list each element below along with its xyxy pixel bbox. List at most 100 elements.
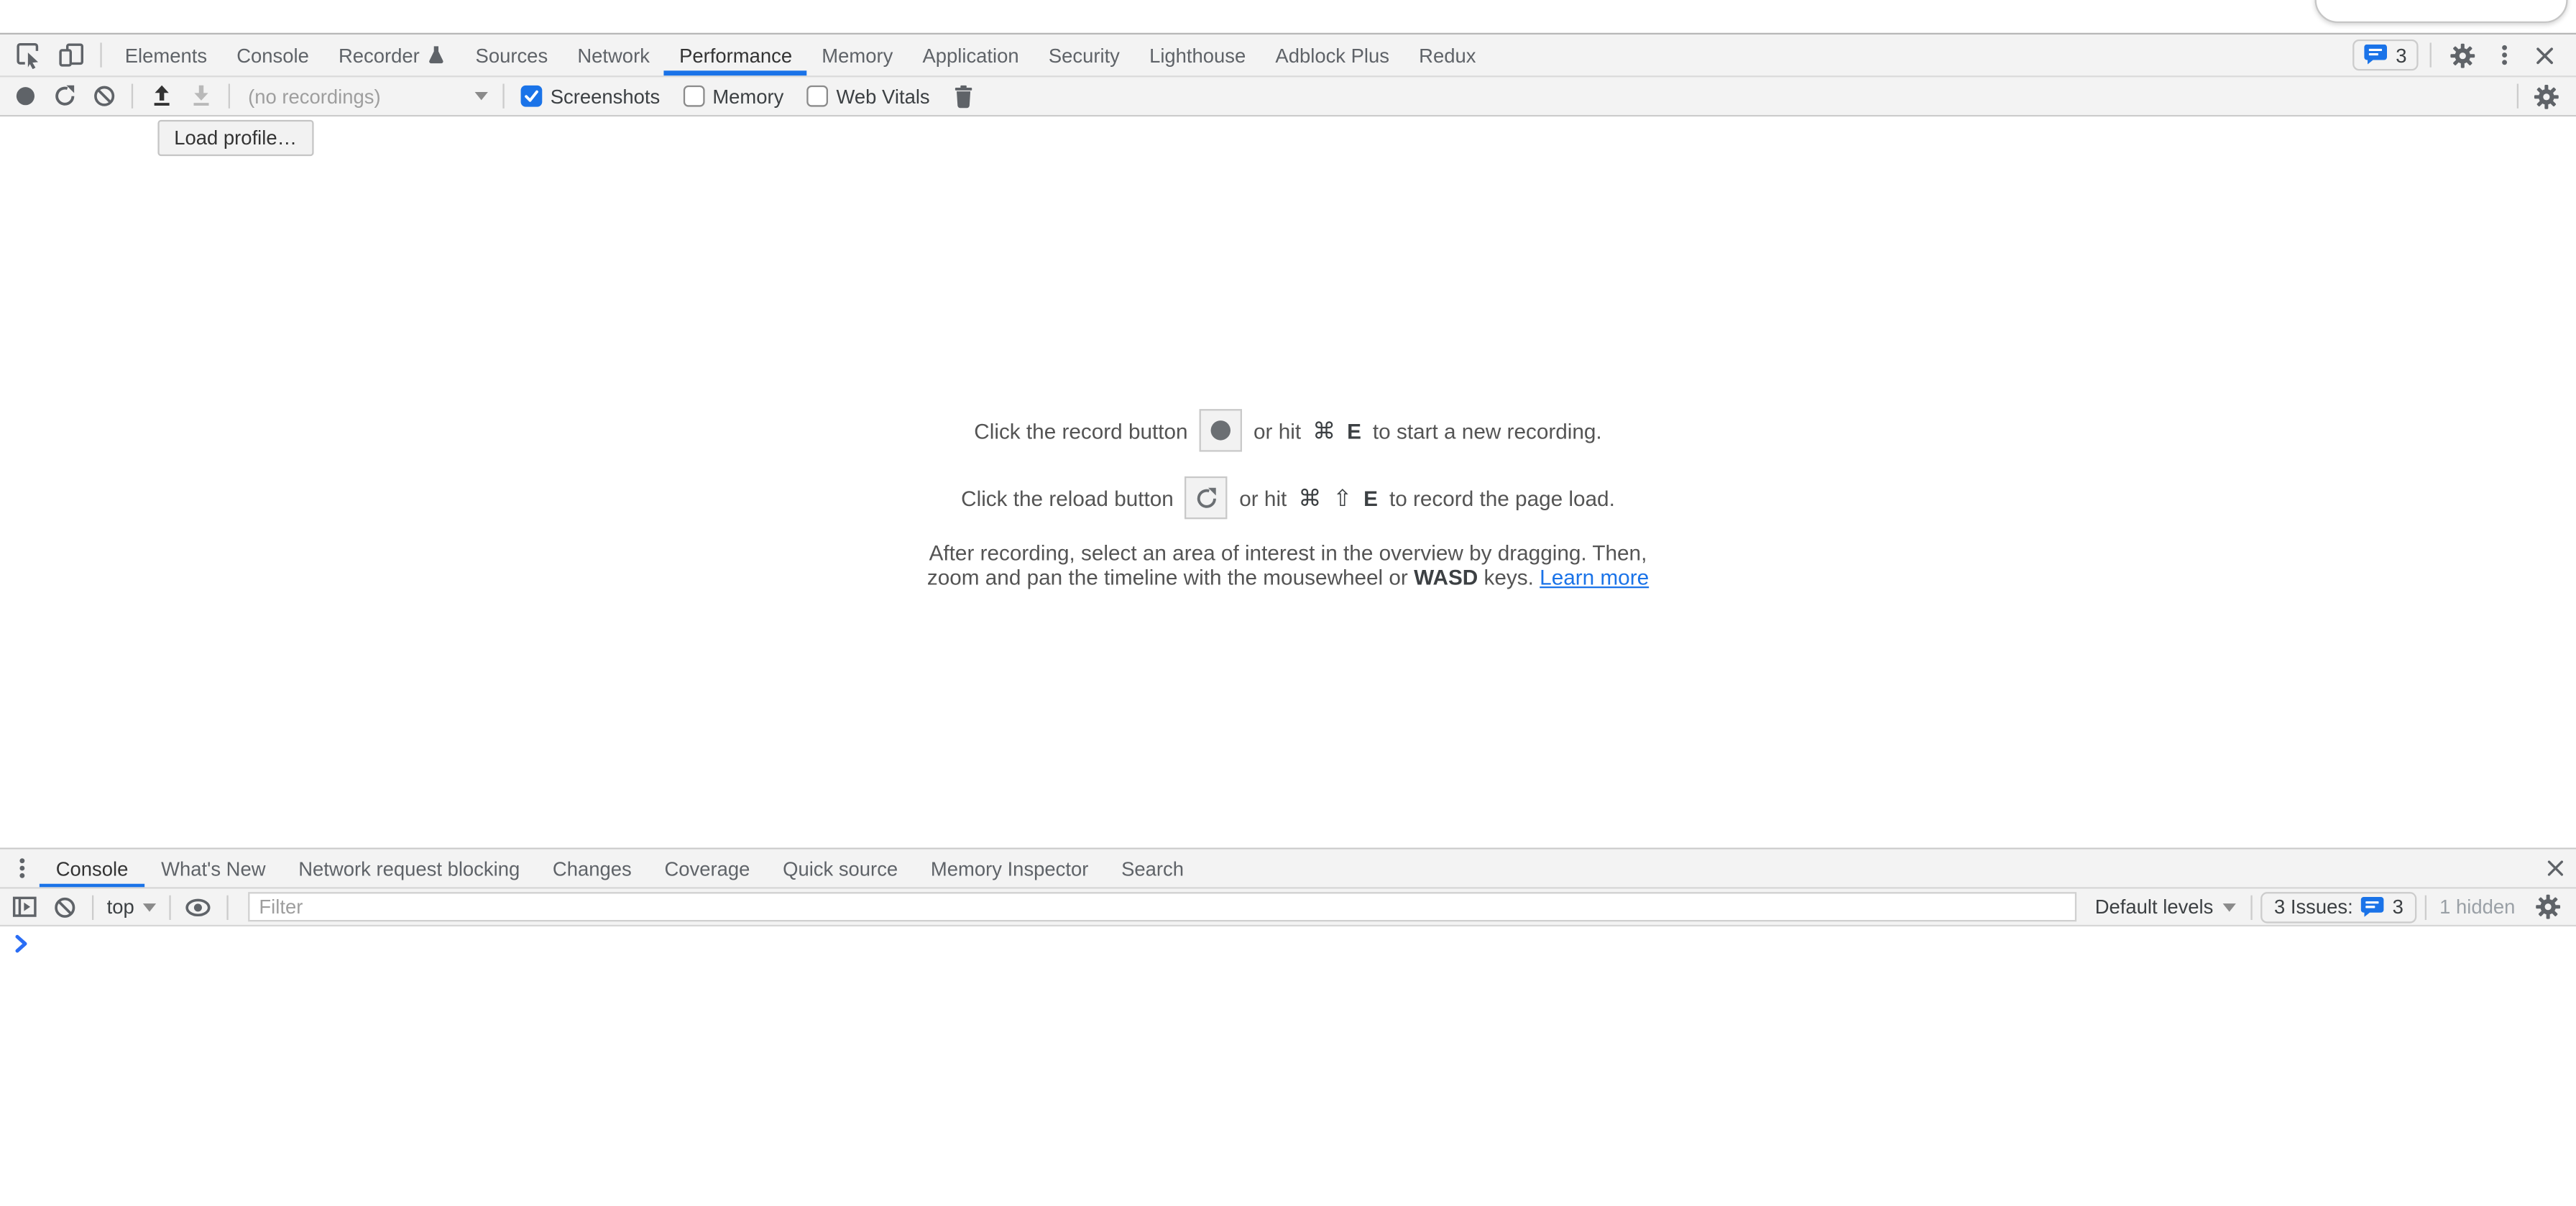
console-messages-area[interactable]	[0, 926, 2576, 1206]
console-sidebar-toggle-button[interactable]	[5, 889, 45, 925]
device-toolbar-button[interactable]	[50, 34, 92, 75]
drawer-tab-quick-source[interactable]: Quick source	[766, 850, 914, 888]
check-icon	[523, 87, 540, 105]
tab-memory[interactable]: Memory	[807, 34, 908, 75]
screenshots-checkbox-group[interactable]: Screenshots	[521, 85, 661, 108]
javascript-context-dropdown[interactable]: top	[102, 896, 161, 919]
tab-lighthouse[interactable]: Lighthouse	[1134, 34, 1260, 75]
clear-recordings-button[interactable]	[84, 77, 124, 115]
tab-redux[interactable]: Redux	[1404, 34, 1491, 75]
drawer-tab-coverage[interactable]: Coverage	[648, 850, 767, 888]
close-devtools-button[interactable]	[2525, 34, 2564, 75]
shortcut-letter: E	[1363, 485, 1378, 510]
drawer-tab-whats-new[interactable]: What's New	[144, 850, 282, 888]
capture-settings-button[interactable]	[2526, 77, 2566, 115]
flask-icon	[428, 45, 446, 66]
close-icon	[2534, 44, 2557, 67]
chevron-down-icon	[2223, 903, 2236, 911]
screenshots-checkbox[interactable]	[521, 86, 543, 107]
tooltip-text: Load profile…	[174, 126, 297, 149]
more-vert-icon	[2491, 42, 2516, 67]
clear-icon	[91, 84, 116, 109]
landing-instructions: Click the record button or hit ⌘ E to st…	[0, 409, 2576, 589]
gear-icon	[2450, 42, 2476, 68]
load-profile-tooltip: Load profile…	[157, 120, 313, 156]
issues-bubble-icon	[2365, 45, 2388, 66]
console-filter-input[interactable]	[247, 892, 2076, 921]
tab-label: Memory Inspector	[931, 857, 1088, 880]
tab-label: Coverage	[664, 857, 750, 880]
settings-button[interactable]	[2443, 34, 2483, 75]
issues-count: 3	[2393, 896, 2404, 919]
perf-toolbar-right	[2508, 77, 2576, 115]
performance-toolbar: (no recordings) Screenshots Memory Web V…	[0, 77, 2576, 116]
drawer-tab-console[interactable]: Console	[40, 850, 144, 888]
performance-panel-content: Click the record button or hit ⌘ E to st…	[0, 116, 2576, 847]
tab-application[interactable]: Application	[908, 34, 1034, 75]
record-button[interactable]	[5, 77, 45, 115]
reload-icon	[52, 84, 76, 109]
paragraph-text: keys.	[1484, 564, 1534, 589]
save-profile-button[interactable]	[180, 77, 220, 115]
reload-button-illustration[interactable]	[1185, 477, 1228, 519]
memory-checkbox-group[interactable]: Memory	[683, 85, 783, 108]
divider	[132, 84, 133, 109]
issues-counter-button[interactable]: 3 Issues: 3	[2261, 891, 2417, 922]
more-options-button[interactable]	[2485, 34, 2521, 75]
drawer-tab-network-request-blocking[interactable]: Network request blocking	[282, 850, 536, 888]
tab-label: Console	[236, 44, 309, 67]
trash-icon	[954, 84, 975, 109]
drawer-tab-changes[interactable]: Changes	[536, 850, 648, 888]
create-live-expression-button[interactable]	[178, 889, 218, 925]
console-sidebar-icon	[12, 893, 38, 920]
issues-count: 3	[2396, 44, 2406, 67]
tab-label: Network	[577, 44, 650, 67]
inspect-element-button[interactable]	[6, 34, 49, 75]
memory-checkbox[interactable]	[683, 86, 704, 107]
tab-label: Lighthouse	[1149, 44, 1246, 67]
console-settings-button[interactable]	[2529, 889, 2568, 925]
tab-label: Security	[1049, 44, 1120, 67]
paragraph-line-2: zoom and pan the timeline with the mouse…	[927, 566, 1649, 589]
console-prompt[interactable]	[15, 935, 28, 953]
eye-icon	[184, 896, 212, 918]
drawer-tab-memory-inspector[interactable]: Memory Inspector	[914, 850, 1105, 888]
reload-and-record-button[interactable]	[45, 77, 84, 115]
tab-console[interactable]: Console	[222, 34, 324, 75]
tab-elements[interactable]: Elements	[110, 34, 221, 75]
issues-count-button[interactable]: 3	[2353, 40, 2419, 70]
web-vitals-checkbox[interactable]	[806, 86, 828, 107]
chevron-down-icon	[475, 92, 488, 100]
log-levels-dropdown[interactable]: Default levels	[2089, 896, 2243, 919]
paragraph-text: zoom and pan the timeline with the mouse…	[927, 564, 1408, 589]
garbage-collect-button[interactable]	[944, 77, 984, 115]
drawer-tab-search[interactable]: Search	[1105, 850, 1200, 888]
close-drawer-button[interactable]	[2534, 850, 2576, 888]
tab-label: What's New	[161, 857, 265, 880]
reload-icon	[1194, 485, 1218, 510]
clear-console-button[interactable]	[45, 889, 84, 925]
tab-recorder[interactable]: Recorder	[323, 34, 461, 75]
record-icon	[16, 87, 34, 105]
tab-security[interactable]: Security	[1034, 34, 1134, 75]
learn-more-link[interactable]: Learn more	[1540, 564, 1649, 589]
record-icon	[1211, 420, 1230, 440]
drawer-more-tools-button[interactable]	[4, 850, 40, 888]
recordings-dropdown[interactable]: (no recordings)	[238, 85, 494, 108]
tab-network[interactable]: Network	[563, 34, 665, 75]
divider	[2430, 42, 2432, 67]
gear-icon	[2535, 893, 2562, 920]
cmd-key-glyph: ⌘	[1298, 487, 1321, 509]
paragraph-line-1: After recording, select an area of inter…	[927, 542, 1649, 566]
tab-performance[interactable]: Performance	[664, 34, 806, 75]
tab-label: Console	[56, 857, 129, 880]
load-profile-button[interactable]	[142, 77, 181, 115]
hidden-messages-count: 1 hidden	[2439, 896, 2515, 919]
record-hint-row: Click the record button or hit ⌘ E to st…	[974, 409, 1601, 451]
drawer: Console What's New Network request block…	[0, 847, 2576, 1205]
tab-sources[interactable]: Sources	[461, 34, 563, 75]
tab-label: Redux	[1419, 44, 1476, 67]
web-vitals-checkbox-group[interactable]: Web Vitals	[806, 85, 929, 108]
tab-adblock-plus[interactable]: Adblock Plus	[1261, 34, 1404, 75]
record-button-illustration[interactable]	[1200, 409, 1242, 451]
